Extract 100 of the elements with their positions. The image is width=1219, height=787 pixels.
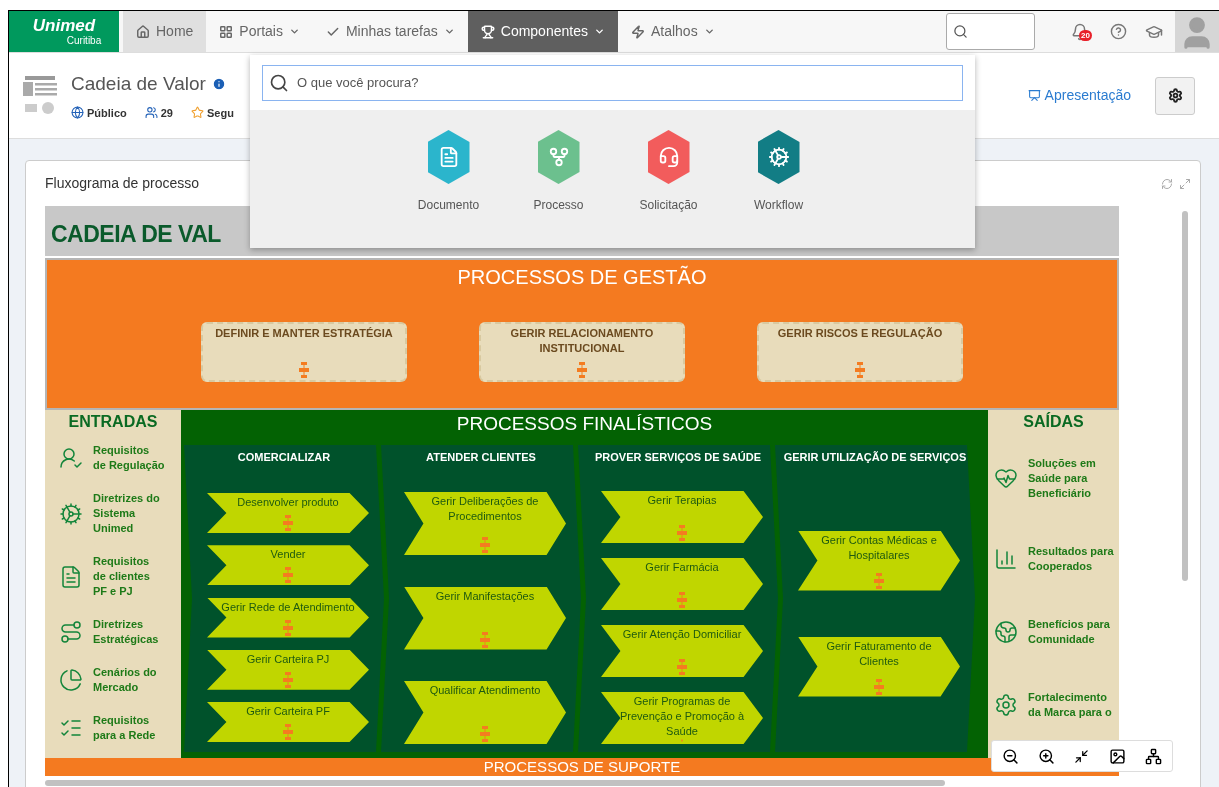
caret-icon: [288, 26, 300, 37]
process-name: Gerir Deliberações de Procedimentos: [430, 494, 540, 524]
info-icon[interactable]: [211, 77, 226, 92]
column-heading: PROVER SERVIÇOS DE SAÚDE: [593, 450, 763, 465]
caret-icon: [703, 26, 715, 37]
process-name: GERIR RELACIONAMENTO INSTITUCIONAL: [509, 326, 655, 356]
gear-icon: [59, 501, 83, 526]
settings-icon: [1167, 88, 1183, 103]
output-label: Resultados para Cooperados: [1028, 543, 1114, 574]
process-name: Gerir Carteira PJ: [245, 651, 331, 667]
page-title: Cadeia de Valor: [71, 72, 206, 96]
nav-tab[interactable]: Home: [123, 11, 207, 52]
process-name: Gerir Manifestações: [434, 588, 536, 604]
expand-icon[interactable]: [1179, 177, 1191, 190]
notification-badge: 20: [1079, 30, 1092, 41]
output-label: Fortalecimento da Marca para o: [1028, 690, 1113, 721]
zoom-in-icon[interactable]: [1038, 747, 1056, 765]
column-heading: GERIR UTILIZAÇÃO DE SERVIÇOS: [782, 450, 968, 465]
process-name: Gerir Atenção Domiciliar: [621, 627, 743, 642]
process-step[interactable]: Gerir Manifestações: [404, 586, 566, 650]
process-step[interactable]: Gerir Contas Médicas e Hospitalares: [798, 530, 960, 591]
document-icon: [59, 564, 83, 589]
output-label: Benefícios para Comunidade: [1028, 617, 1111, 648]
input-label: Cenários do Mercado: [93, 665, 158, 695]
presentation-icon: [1027, 89, 1041, 102]
gear-icon: [994, 693, 1018, 718]
hierarchy-icon[interactable]: [1145, 747, 1163, 765]
process-step[interactable]: Vender: [207, 545, 369, 586]
search-icon: [953, 24, 968, 39]
process-step[interactable]: Gerir Carteira PJ: [207, 649, 369, 690]
bolt-icon: [630, 24, 645, 39]
process-step[interactable]: Gerir Deliberações de Procedimentos: [404, 492, 566, 555]
presentation-link[interactable]: Apresentação: [1027, 85, 1131, 106]
logo[interactable]: Unimed Curitiba: [9, 11, 119, 52]
process-step[interactable]: Desenvolver produto: [207, 493, 369, 533]
process-name: DEFINIR E MANTER ESTRATÉGIA: [214, 326, 394, 341]
process-name: Gerir Contas Médicas e Hospitalares: [820, 532, 938, 563]
collapse-icon[interactable]: [1074, 748, 1090, 764]
trophy-icon: [480, 24, 495, 39]
image-icon[interactable]: [1108, 747, 1126, 765]
process-step[interactable]: Gerir Terapias: [601, 491, 763, 543]
column-heading: COMERCIALIZAR: [236, 450, 332, 465]
component-label: Workflow: [753, 197, 804, 214]
process-step[interactable]: Gerir Faturamento de Clientes: [798, 636, 960, 697]
component-item[interactable]: Documento: [409, 130, 488, 214]
logo-brand: Unimed: [32, 17, 96, 34]
process-step[interactable]: Gerir Carteira PF: [207, 702, 369, 742]
output-label: Soluções em Saúde para Beneficiário: [1028, 455, 1097, 501]
process-step[interactable]: Gerir Programas de Prevenção e Promoção à Saúde: [601, 692, 763, 744]
input-label: Diretrizes do Sistema Unimed: [93, 491, 161, 536]
person-check-icon: [59, 446, 83, 470]
meta-item[interactable]: Público: [71, 104, 127, 121]
caret-icon: [443, 26, 455, 37]
component-label: Documento: [417, 197, 480, 214]
component-item[interactable]: Solicitação: [629, 130, 708, 214]
component-label: Processo: [533, 197, 584, 214]
star-icon: [191, 106, 204, 120]
home-icon: [136, 24, 150, 39]
process-name: Gerir Terapias: [646, 493, 718, 508]
logo-city: Curitiba: [66, 36, 102, 46]
process-name: Gerir Programas de Prevenção e Promoção à Saúde: [618, 694, 746, 739]
nav-tab[interactable]: Atalhos: [617, 11, 728, 52]
search-field[interactable]: [946, 13, 1035, 50]
component-item[interactable]: Workflow: [739, 130, 818, 214]
meta-item[interactable]: 29: [144, 104, 173, 121]
globe-icon: [71, 106, 84, 120]
people-icon: [144, 106, 158, 120]
meta-item[interactable]: Segu: [191, 104, 234, 121]
search-icon: [269, 72, 289, 93]
heart-pulse-icon: [994, 466, 1018, 491]
process-step[interactable]: Gerir Farmácia: [601, 558, 763, 610]
horizontal-scrollbar[interactable]: [45, 780, 945, 786]
process-box[interactable]: DEFINIR E MANTER ESTRATÉGIA: [201, 322, 407, 382]
input-label: Requisitos para a Rede: [93, 713, 157, 743]
nav-tab[interactable]: Portais: [206, 11, 313, 52]
process-name: Vender: [269, 547, 307, 563]
nav-tab[interactable]: Componentes: [467, 11, 618, 52]
input-label: Requisitos de Regulação: [93, 443, 165, 473]
process-step[interactable]: Gerir Rede de Atendimento: [207, 597, 369, 638]
vertical-scrollbar[interactable]: [1182, 211, 1188, 581]
diagram-title: CADEIA DE VAL: [51, 219, 221, 249]
zoom-out-icon[interactable]: [1001, 747, 1019, 765]
process-name: Desenvolver produto: [236, 495, 340, 510]
process-step[interactable]: Gerir Atenção Domiciliar: [601, 625, 763, 677]
bar-chart-icon: [994, 546, 1018, 571]
component-item[interactable]: Processo: [519, 130, 598, 214]
process-step[interactable]: Qualificar Atendimento: [404, 681, 566, 744]
search-field[interactable]: O que você procura?: [262, 64, 963, 101]
process-box[interactable]: GERIR RELACIONAMENTO INSTITUCIONAL: [479, 322, 685, 382]
input-label: Diretrizes Estratégicas: [93, 617, 160, 647]
band-title: PROCESSOS DE SUPORTE: [483, 758, 681, 776]
nav-tab[interactable]: Minhas tarefas: [312, 11, 468, 52]
settings-button[interactable]: [1155, 76, 1195, 115]
refresh-icon[interactable]: [1161, 177, 1173, 190]
help-icon[interactable]: [1109, 23, 1127, 40]
column-title: ENTRADAS: [67, 412, 159, 432]
process-box[interactable]: GERIR RISCOS E REGULAÇÃO: [757, 322, 963, 382]
notifications-button[interactable]: 20: [1065, 11, 1095, 52]
caret-icon: [593, 26, 605, 37]
process-name: Qualificar Atendimento: [428, 683, 542, 698]
